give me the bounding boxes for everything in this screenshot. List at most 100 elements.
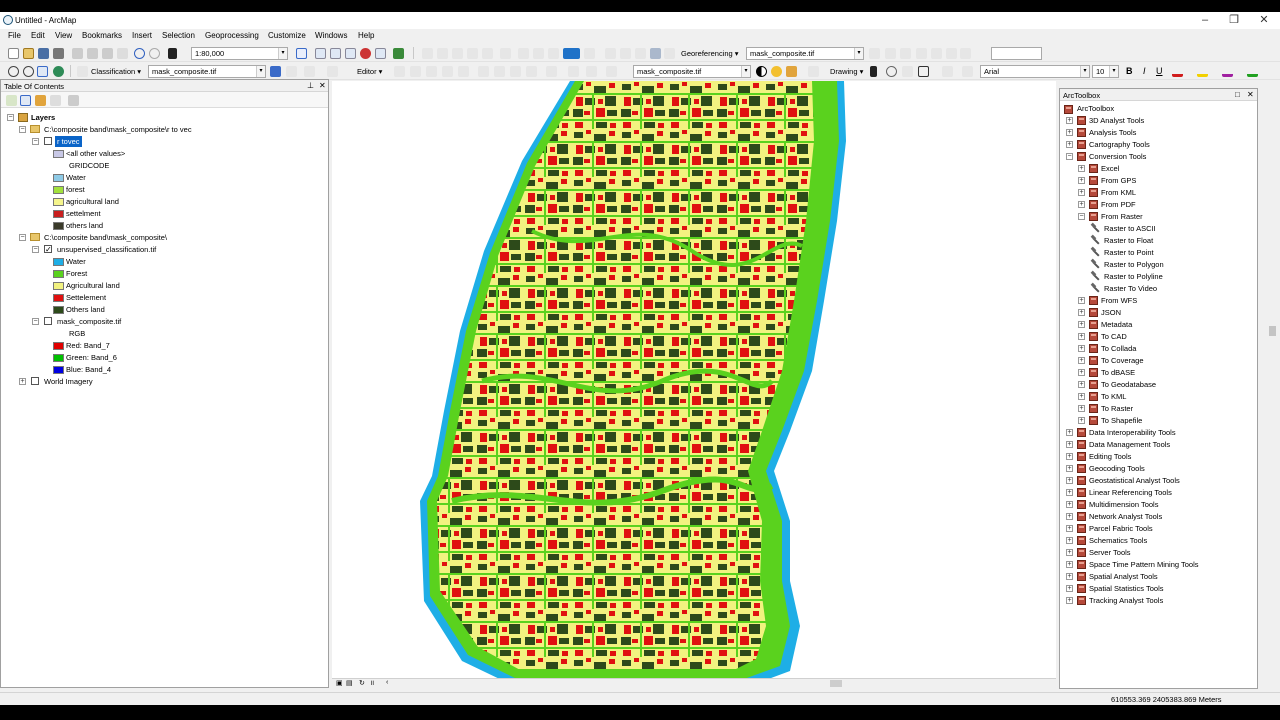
draw-polygon-icon[interactable]: [304, 66, 315, 77]
toolbox-item[interactable]: Tracking Analyst Tools: [1089, 595, 1163, 606]
vertical-scrollbar-thumb[interactable]: [1269, 326, 1276, 336]
toolbox-item[interactable]: Linear Referencing Tools: [1089, 487, 1172, 498]
underline-button[interactable]: U: [1156, 66, 1163, 76]
toolbox-expander[interactable]: +: [1066, 441, 1073, 448]
brightness-icon[interactable]: [771, 66, 782, 77]
editor-menu[interactable]: Editor ▾: [357, 67, 382, 76]
toolbox-expander[interactable]: +: [1066, 489, 1073, 496]
toolbox-item[interactable]: Spatial Analyst Tools: [1089, 571, 1158, 582]
toolbox-expander[interactable]: +: [1066, 561, 1073, 568]
line-color-icon[interactable]: [1222, 66, 1233, 77]
delete-icon[interactable]: [117, 48, 128, 59]
menu-selection[interactable]: Selection: [162, 31, 195, 40]
list-by-visibility-icon[interactable]: [35, 95, 46, 106]
map-scale-combo[interactable]: 1:80,000 ▾: [191, 47, 288, 60]
view-link-icon[interactable]: [946, 48, 957, 59]
swipe-icon[interactable]: [808, 66, 819, 77]
water-swatch[interactable]: [53, 174, 64, 182]
toolbox-item[interactable]: Server Tools: [1089, 547, 1131, 558]
toolbox-item[interactable]: Multidimension Tools: [1089, 499, 1158, 510]
toolbox-item[interactable]: Schematics Tools: [1089, 535, 1147, 546]
menu-help[interactable]: Help: [358, 31, 374, 40]
georef-tool-5-icon[interactable]: [482, 48, 493, 59]
toolbox-expander[interactable]: +: [1078, 201, 1085, 208]
zoom-whole-page-icon[interactable]: [902, 66, 913, 77]
toolbox-expander[interactable]: +: [1066, 549, 1073, 556]
font-size-combo[interactable]: 10 ▾: [1092, 65, 1119, 78]
open-icon[interactable]: [23, 48, 34, 59]
rtovec-expander[interactable]: −: [32, 138, 39, 145]
arctoolbox-icon[interactable]: [360, 48, 371, 59]
menu-windows[interactable]: Windows: [315, 31, 347, 40]
scroll-left-icon[interactable]: ‹: [386, 679, 388, 686]
toolbox-expander[interactable]: +: [1066, 429, 1073, 436]
toolbox-item[interactable]: To CAD: [1101, 331, 1127, 342]
layout-tool-1-icon[interactable]: [605, 48, 616, 59]
toc-options-icon[interactable]: [68, 95, 79, 106]
classification-expander[interactable]: −: [32, 246, 39, 253]
redo-icon[interactable]: [149, 48, 160, 59]
effects-tool-3-icon[interactable]: [606, 66, 617, 77]
georef-tool-7-icon[interactable]: [518, 48, 529, 59]
toolbox-item[interactable]: To Raster: [1101, 403, 1133, 414]
toolbox-item[interactable]: Raster to Float: [1104, 235, 1153, 246]
print-icon[interactable]: [53, 48, 64, 59]
rotate-icon[interactable]: [869, 48, 880, 59]
toolbox-item[interactable]: From KML: [1101, 187, 1136, 198]
group1-path[interactable]: C:\composite band\mask_composite\r to ve…: [44, 124, 192, 135]
catalog-window-icon[interactable]: [330, 48, 341, 59]
trace-icon[interactable]: [458, 66, 469, 77]
toolbox-expander[interactable]: +: [1078, 405, 1085, 412]
forest-swatch[interactable]: [53, 270, 64, 278]
classification-tool-icon[interactable]: [77, 66, 88, 77]
toolbox-item[interactable]: Parcel Fabric Tools: [1089, 523, 1153, 534]
edit-vertices-icon[interactable]: [962, 66, 973, 77]
toolbox-expander[interactable]: +: [1066, 117, 1073, 124]
menu-view[interactable]: View: [55, 31, 72, 40]
menu-geoprocessing[interactable]: Geoprocessing: [205, 31, 259, 40]
georef-tool-6-icon[interactable]: [500, 48, 511, 59]
effects-layer-combo[interactable]: mask_composite.tif ▾: [633, 65, 751, 78]
classification-layer-combo[interactable]: mask_composite.tif ▾: [148, 65, 266, 78]
classification-layer[interactable]: unsupervised_classification.tif: [57, 244, 156, 255]
copy-icon[interactable]: [87, 48, 98, 59]
toolbox-item[interactable]: Raster to Polygon: [1104, 259, 1164, 270]
settlement-swatch[interactable]: [53, 210, 64, 218]
toolbox-item[interactable]: Geocoding Tools: [1089, 463, 1145, 474]
list-by-source-icon[interactable]: [20, 95, 31, 106]
split-icon[interactable]: [478, 66, 489, 77]
end-point-arc-icon[interactable]: [442, 66, 453, 77]
toolbox-item[interactable]: Network Analyst Tools: [1089, 511, 1162, 522]
sketch-properties-icon[interactable]: [526, 66, 537, 77]
pin-icon[interactable]: ⊥: [307, 81, 314, 90]
georef-tool-9-icon[interactable]: [548, 48, 559, 59]
toolbox-expander[interactable]: +: [1066, 573, 1073, 580]
toolbox-expander[interactable]: +: [1078, 381, 1085, 388]
undo-icon[interactable]: [134, 48, 145, 59]
effects-tool-1-icon[interactable]: [568, 66, 579, 77]
toc-window-icon[interactable]: [315, 48, 326, 59]
menu-insert[interactable]: Insert: [132, 31, 152, 40]
new-document-icon[interactable]: [8, 48, 19, 59]
rtovec-layer[interactable]: r tovec: [55, 136, 82, 147]
edit-tool-icon[interactable]: [394, 66, 405, 77]
georef-value-field[interactable]: [991, 47, 1042, 60]
restore-icon[interactable]: ❐: [1219, 12, 1249, 29]
toolbox-expander[interactable]: +: [1078, 189, 1085, 196]
toolbox-expander[interactable]: +: [1066, 585, 1073, 592]
toolbox-expander[interactable]: +: [1078, 297, 1085, 304]
toolbox-expander[interactable]: +: [1066, 513, 1073, 520]
others-swatch[interactable]: [53, 306, 64, 314]
basemap-expander[interactable]: +: [19, 378, 26, 385]
georef-tool-8-icon[interactable]: [533, 48, 544, 59]
zoom-out-icon[interactable]: [23, 66, 34, 77]
contrast-icon[interactable]: [756, 66, 767, 77]
toc-close-icon[interactable]: ✕: [319, 81, 326, 90]
full-extent-icon[interactable]: [53, 66, 64, 77]
toolbox-expander[interactable]: +: [1078, 393, 1085, 400]
edit-annotation-icon[interactable]: [410, 66, 421, 77]
georeferencing-menu[interactable]: Georeferencing ▾: [681, 49, 739, 58]
group1-expander[interactable]: −: [19, 126, 26, 133]
toolbox-item[interactable]: Raster to ASCII: [1104, 223, 1156, 234]
toolbox-item[interactable]: Data Management Tools: [1089, 439, 1170, 450]
